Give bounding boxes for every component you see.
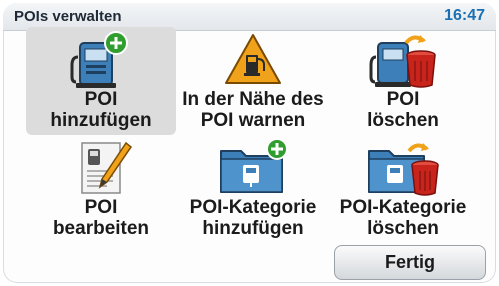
add-poi-category-button[interactable]: POI-Kategorie hinzufügen [178, 135, 328, 243]
tile-label: POI bearbeiten [52, 197, 150, 239]
warning-gas-icon [225, 34, 281, 84]
gas-pump-plus-icon [70, 31, 128, 88]
warn-near-poi-button[interactable]: In der Nähe des POI warnen [178, 27, 328, 135]
done-button[interactable]: Fertig [334, 245, 486, 280]
tile-label: In der Nähe des POI warnen [182, 89, 324, 131]
page-title: POIs verwalten [14, 8, 122, 25]
clock: 16:47 [444, 7, 485, 24]
add-poi-button[interactable]: POI hinzufügen [26, 27, 176, 135]
gas-note-pencil-icon [81, 141, 133, 194]
tile-label: POI hinzufügen [50, 89, 152, 131]
tile-label: POI-Kategorie hinzufügen [189, 197, 317, 239]
delete-poi-category-button[interactable]: POI-Kategorie löschen [328, 135, 478, 243]
poi-manage-screen: POIs verwalten 16:47 POI hinzufügen In d… [3, 3, 496, 283]
delete-poi-button[interactable]: POI löschen [328, 27, 478, 135]
gas-pump-trash-icon [369, 35, 436, 88]
folder-trash-icon [368, 143, 439, 196]
tile-label: POI löschen [367, 89, 439, 131]
folder-plus-icon [220, 138, 288, 193]
tile-label: POI-Kategorie löschen [339, 197, 467, 239]
edit-poi-button[interactable]: POI bearbeiten [26, 135, 176, 243]
